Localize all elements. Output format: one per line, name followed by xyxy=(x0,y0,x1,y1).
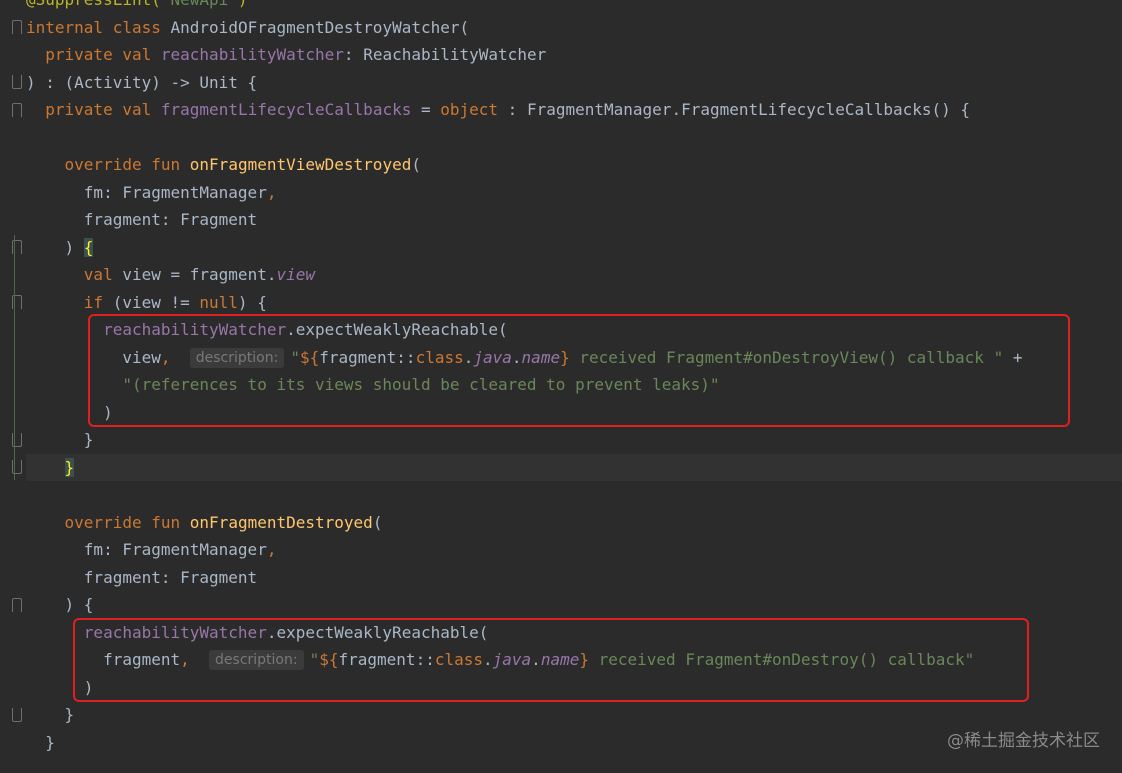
code-text: fragment: Fragment xyxy=(83,210,258,229)
string-literal: "NewApi" xyxy=(161,0,238,9)
keyword: internal xyxy=(26,17,104,37)
highlight-box xyxy=(73,618,1029,702)
code-text: } xyxy=(45,732,55,752)
fold-marker-icon[interactable] xyxy=(12,103,22,117)
keyword: val xyxy=(122,45,152,64)
fold-marker-icon[interactable] xyxy=(12,598,22,612)
keyword: private xyxy=(45,100,113,119)
code-text: } xyxy=(64,705,75,724)
code-line: if (view != null) { xyxy=(26,289,1122,317)
code-text: : ReachabilityWatcher xyxy=(343,45,547,64)
highlight-box xyxy=(88,314,1070,427)
code-text: ) { xyxy=(64,595,94,614)
code-line: fm: FragmentManager, xyxy=(26,179,1122,207)
keyword: fun xyxy=(151,155,181,174)
code-line: fragment: Fragment xyxy=(26,206,1122,234)
code-line: fragment: Fragment xyxy=(26,564,1122,592)
class-name: AndroidOFragmentDestroyWatcher( xyxy=(170,17,470,37)
code-line: private val reachabilityWatcher: Reachab… xyxy=(26,41,1122,69)
code-text: fm: FragmentManager xyxy=(83,540,267,559)
code-text: ( xyxy=(411,155,421,174)
code-line: ) : (Activity) -> Unit { xyxy=(26,69,1122,97)
code-line: } xyxy=(26,701,1122,729)
code-text: ) { xyxy=(237,292,267,312)
annotation: @SuppressLint( xyxy=(26,0,161,9)
code-line: ) { xyxy=(26,591,1122,619)
code-text: = xyxy=(411,100,441,119)
code-text: } xyxy=(83,430,94,449)
code-line: internal class AndroidOFragmentDestroyWa… xyxy=(26,14,1122,42)
code-line: private val fragmentLifecycleCallbacks =… xyxy=(26,96,1122,124)
code-text: fm: FragmentManager xyxy=(83,182,267,202)
code-text: fragment: Fragment xyxy=(83,567,258,587)
code-text: : FragmentManager.FragmentLifecycleCallb… xyxy=(498,100,971,119)
code-line: ) { xyxy=(26,234,1122,262)
keyword: if xyxy=(83,292,104,312)
keyword: val xyxy=(83,265,113,284)
watermark: @稀土掘金技术社区 xyxy=(947,731,1100,751)
property: fragmentLifecycleCallbacks xyxy=(160,100,412,119)
keyword: val xyxy=(122,100,152,119)
code-line: override fun onFragmentDestroyed( xyxy=(26,509,1122,537)
property: reachabilityWatcher xyxy=(160,45,344,64)
code-text: ) xyxy=(64,237,84,257)
keyword: override xyxy=(64,512,142,532)
code-text: , xyxy=(266,540,277,559)
function-name: onFragmentDestroyed xyxy=(189,512,373,532)
function-name: onFragmentViewDestroyed xyxy=(189,155,412,174)
code-line: @SuppressLint("NewApi") xyxy=(26,0,1122,14)
property: view xyxy=(276,265,315,284)
code-line: override fun onFragmentViewDestroyed( xyxy=(26,151,1122,179)
code-text: , xyxy=(266,182,277,202)
annotation: ) xyxy=(238,0,248,9)
matched-brace: } xyxy=(64,457,75,477)
fold-marker-icon[interactable] xyxy=(12,20,22,34)
fold-marker-icon[interactable] xyxy=(12,708,22,722)
matched-brace: { xyxy=(83,237,94,257)
keyword: fun xyxy=(151,512,181,532)
vcs-change-marker xyxy=(14,235,15,480)
keyword: private xyxy=(45,45,113,64)
fold-marker-icon[interactable] xyxy=(12,75,22,89)
editor-gutter xyxy=(0,0,26,773)
code-line: val view = fragment.view xyxy=(26,261,1122,289)
code-text: ) : (Activity) -> Unit { xyxy=(26,72,258,92)
code-line: } xyxy=(26,426,1122,454)
keyword: object xyxy=(440,100,499,119)
code-text: (view != xyxy=(103,292,200,312)
code-line: fm: FragmentManager, xyxy=(26,536,1122,564)
keyword: class xyxy=(112,17,161,37)
keyword: null xyxy=(199,292,238,312)
keyword: override xyxy=(64,155,142,174)
code-text: view = fragment. xyxy=(112,265,277,284)
code-text: ( xyxy=(372,512,383,532)
code-line-current: } xyxy=(26,453,1122,481)
